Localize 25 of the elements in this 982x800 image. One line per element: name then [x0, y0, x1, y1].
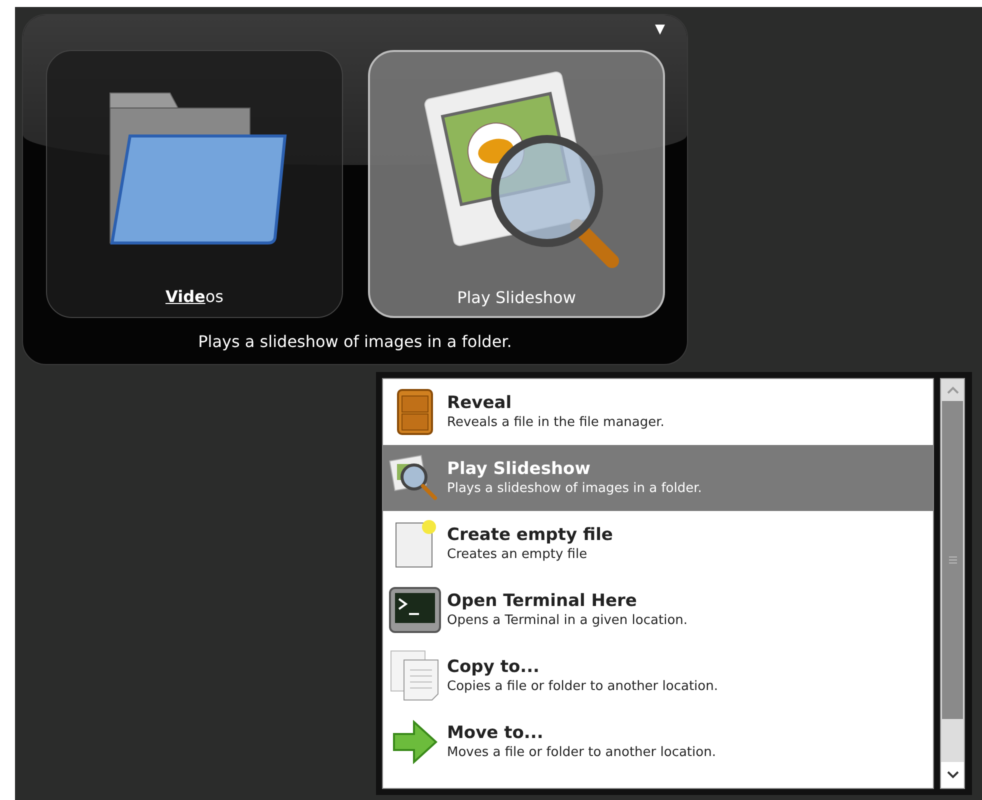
documents-icon: [390, 650, 440, 702]
action-subtitle: Reveals a file in the file manager.: [447, 414, 664, 432]
dropdown-button[interactable]: ▼: [655, 23, 665, 36]
action-item[interactable]: Play Slideshow Plays a slideshow of images in a folder.: [383, 445, 933, 511]
scrollbar-thumb[interactable]: [942, 401, 963, 719]
action-title: Copy to...: [447, 656, 541, 678]
action-subtitle: Moves a file or folder to another location.: [447, 744, 716, 762]
launcher-tile[interactable]: Videos: [46, 50, 343, 318]
right-arrow-icon: [392, 720, 438, 764]
blank-page-icon: [393, 519, 437, 569]
scrollbar[interactable]: [940, 378, 965, 789]
scroll-down-icon[interactable]: [941, 762, 964, 788]
action-subtitle: Creates an empty file: [447, 546, 588, 564]
action-subtitle: Copies a file or folder to another location.: [447, 678, 718, 696]
launcher-tile[interactable]: Play Slideshow: [368, 50, 665, 318]
action-title: Reveal: [447, 392, 513, 414]
cabinet-icon: [396, 388, 434, 436]
action-title: Create empty file: [447, 524, 613, 546]
action-subtitle: Opens a Terminal in a given location.: [447, 612, 688, 630]
action-title: Move to...: [447, 722, 544, 744]
terminal-icon: [389, 587, 441, 633]
action-title: Play Slideshow: [447, 458, 592, 480]
action-subtitle: Plays a slideshow of images in a folder.: [447, 480, 702, 498]
action-title: Open Terminal Here: [447, 590, 638, 612]
action-description: Plays a slideshow of images in a folder.: [197, 331, 513, 353]
